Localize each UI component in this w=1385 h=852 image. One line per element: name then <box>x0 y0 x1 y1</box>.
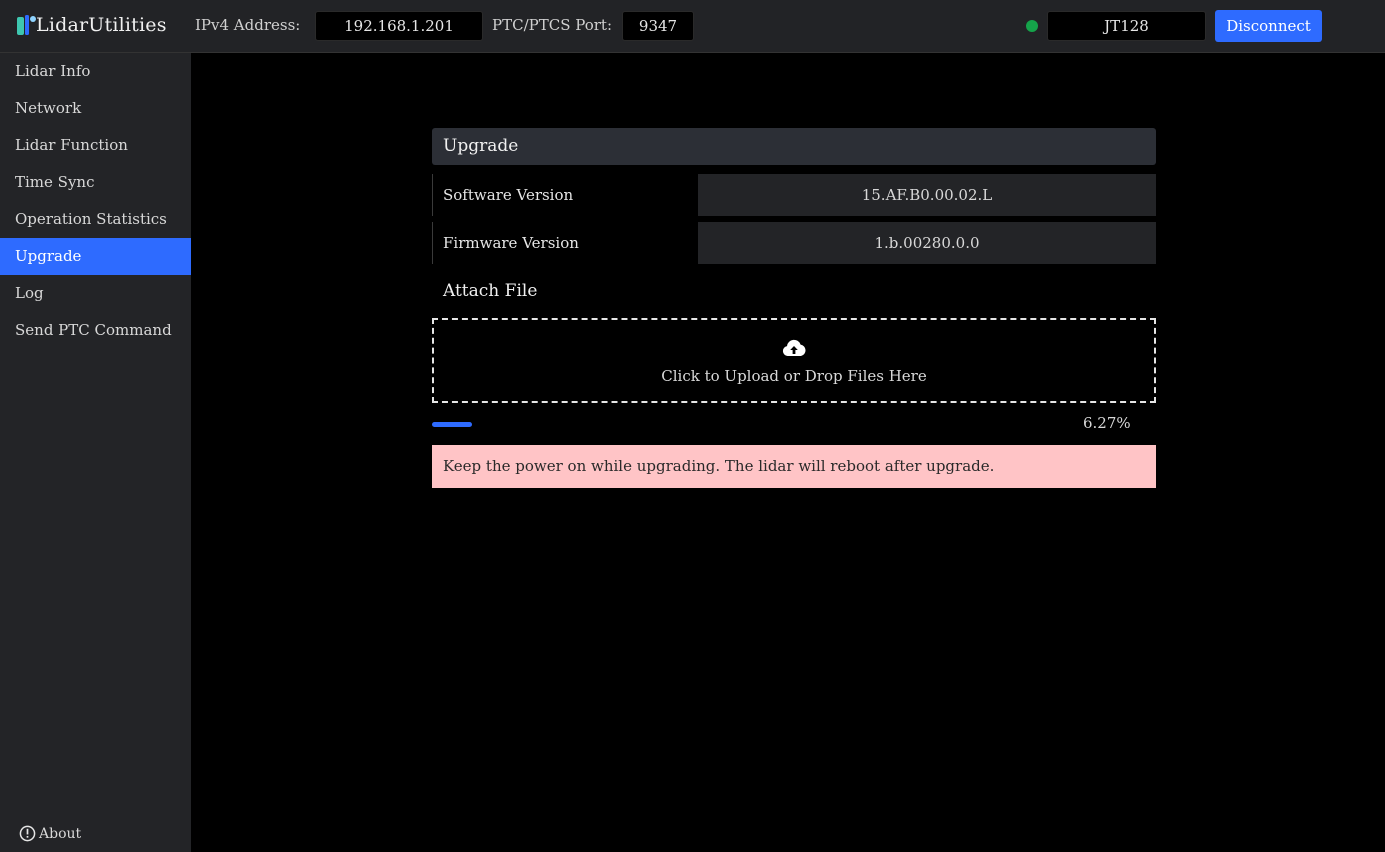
top-bar: LidarUtilities IPv4 Address: PTC/PTCS Po… <box>0 0 1385 53</box>
software-version-row: Software Version 15.AF.B0.00.02.L <box>432 174 1156 216</box>
progress-percentage: 6.27% <box>1083 414 1131 432</box>
sidebar-item-lidar-function[interactable]: Lidar Function <box>0 127 191 164</box>
upload-progress: 6.27% <box>432 403 1156 445</box>
about-link[interactable]: About <box>19 825 81 842</box>
upload-instructions: Click to Upload or Drop Files Here <box>661 367 927 385</box>
port-input[interactable] <box>622 11 694 41</box>
page-title: Upgrade <box>432 128 1156 165</box>
app-name: LidarUtilities <box>36 14 167 36</box>
sidebar-item-operation-statistics[interactable]: Operation Statistics <box>0 201 191 238</box>
sidebar-item-log[interactable]: Log <box>0 275 191 312</box>
port-label: PTC/PTCS Port: <box>492 16 613 34</box>
file-drop-zone[interactable]: Click to Upload or Drop Files Here <box>432 318 1156 403</box>
software-version-label: Software Version <box>432 174 573 216</box>
sidebar-item-send-ptc-command[interactable]: Send PTC Command <box>0 312 191 349</box>
about-label: About <box>39 825 82 842</box>
disconnect-button[interactable]: Disconnect <box>1215 10 1322 42</box>
device-model-field[interactable] <box>1047 11 1206 41</box>
sidebar-item-network[interactable]: Network <box>0 90 191 127</box>
sidebar-item-upgrade[interactable]: Upgrade <box>0 238 191 275</box>
firmware-version-row: Firmware Version 1.b.00280.0.0 <box>432 222 1156 264</box>
app-logo: LidarUtilities <box>15 13 167 37</box>
info-circle-icon <box>19 825 36 842</box>
progress-bar-fill <box>432 422 473 427</box>
sidebar-item-lidar-info[interactable]: Lidar Info <box>0 53 191 90</box>
upgrade-panel: Upgrade Software Version 15.AF.B0.00.02.… <box>432 128 1156 488</box>
ip-address-label: IPv4 Address: <box>195 16 301 34</box>
firmware-version-value: 1.b.00280.0.0 <box>698 222 1156 264</box>
ip-address-input[interactable] <box>315 11 483 41</box>
progress-track <box>432 422 1072 427</box>
attach-file-label: Attach File <box>443 281 538 301</box>
sidebar-nav: Lidar Info Network Lidar Function Time S… <box>0 53 191 349</box>
cloud-upload-icon <box>782 339 806 356</box>
sidebar: Lidar Info Network Lidar Function Time S… <box>0 53 191 852</box>
sidebar-item-time-sync[interactable]: Time Sync <box>0 164 191 201</box>
firmware-version-label: Firmware Version <box>432 222 579 264</box>
connection-status-indicator <box>1026 20 1038 32</box>
upgrade-warning-banner: Keep the power on while upgrading. The l… <box>432 445 1156 488</box>
software-version-value: 15.AF.B0.00.02.L <box>698 174 1156 216</box>
